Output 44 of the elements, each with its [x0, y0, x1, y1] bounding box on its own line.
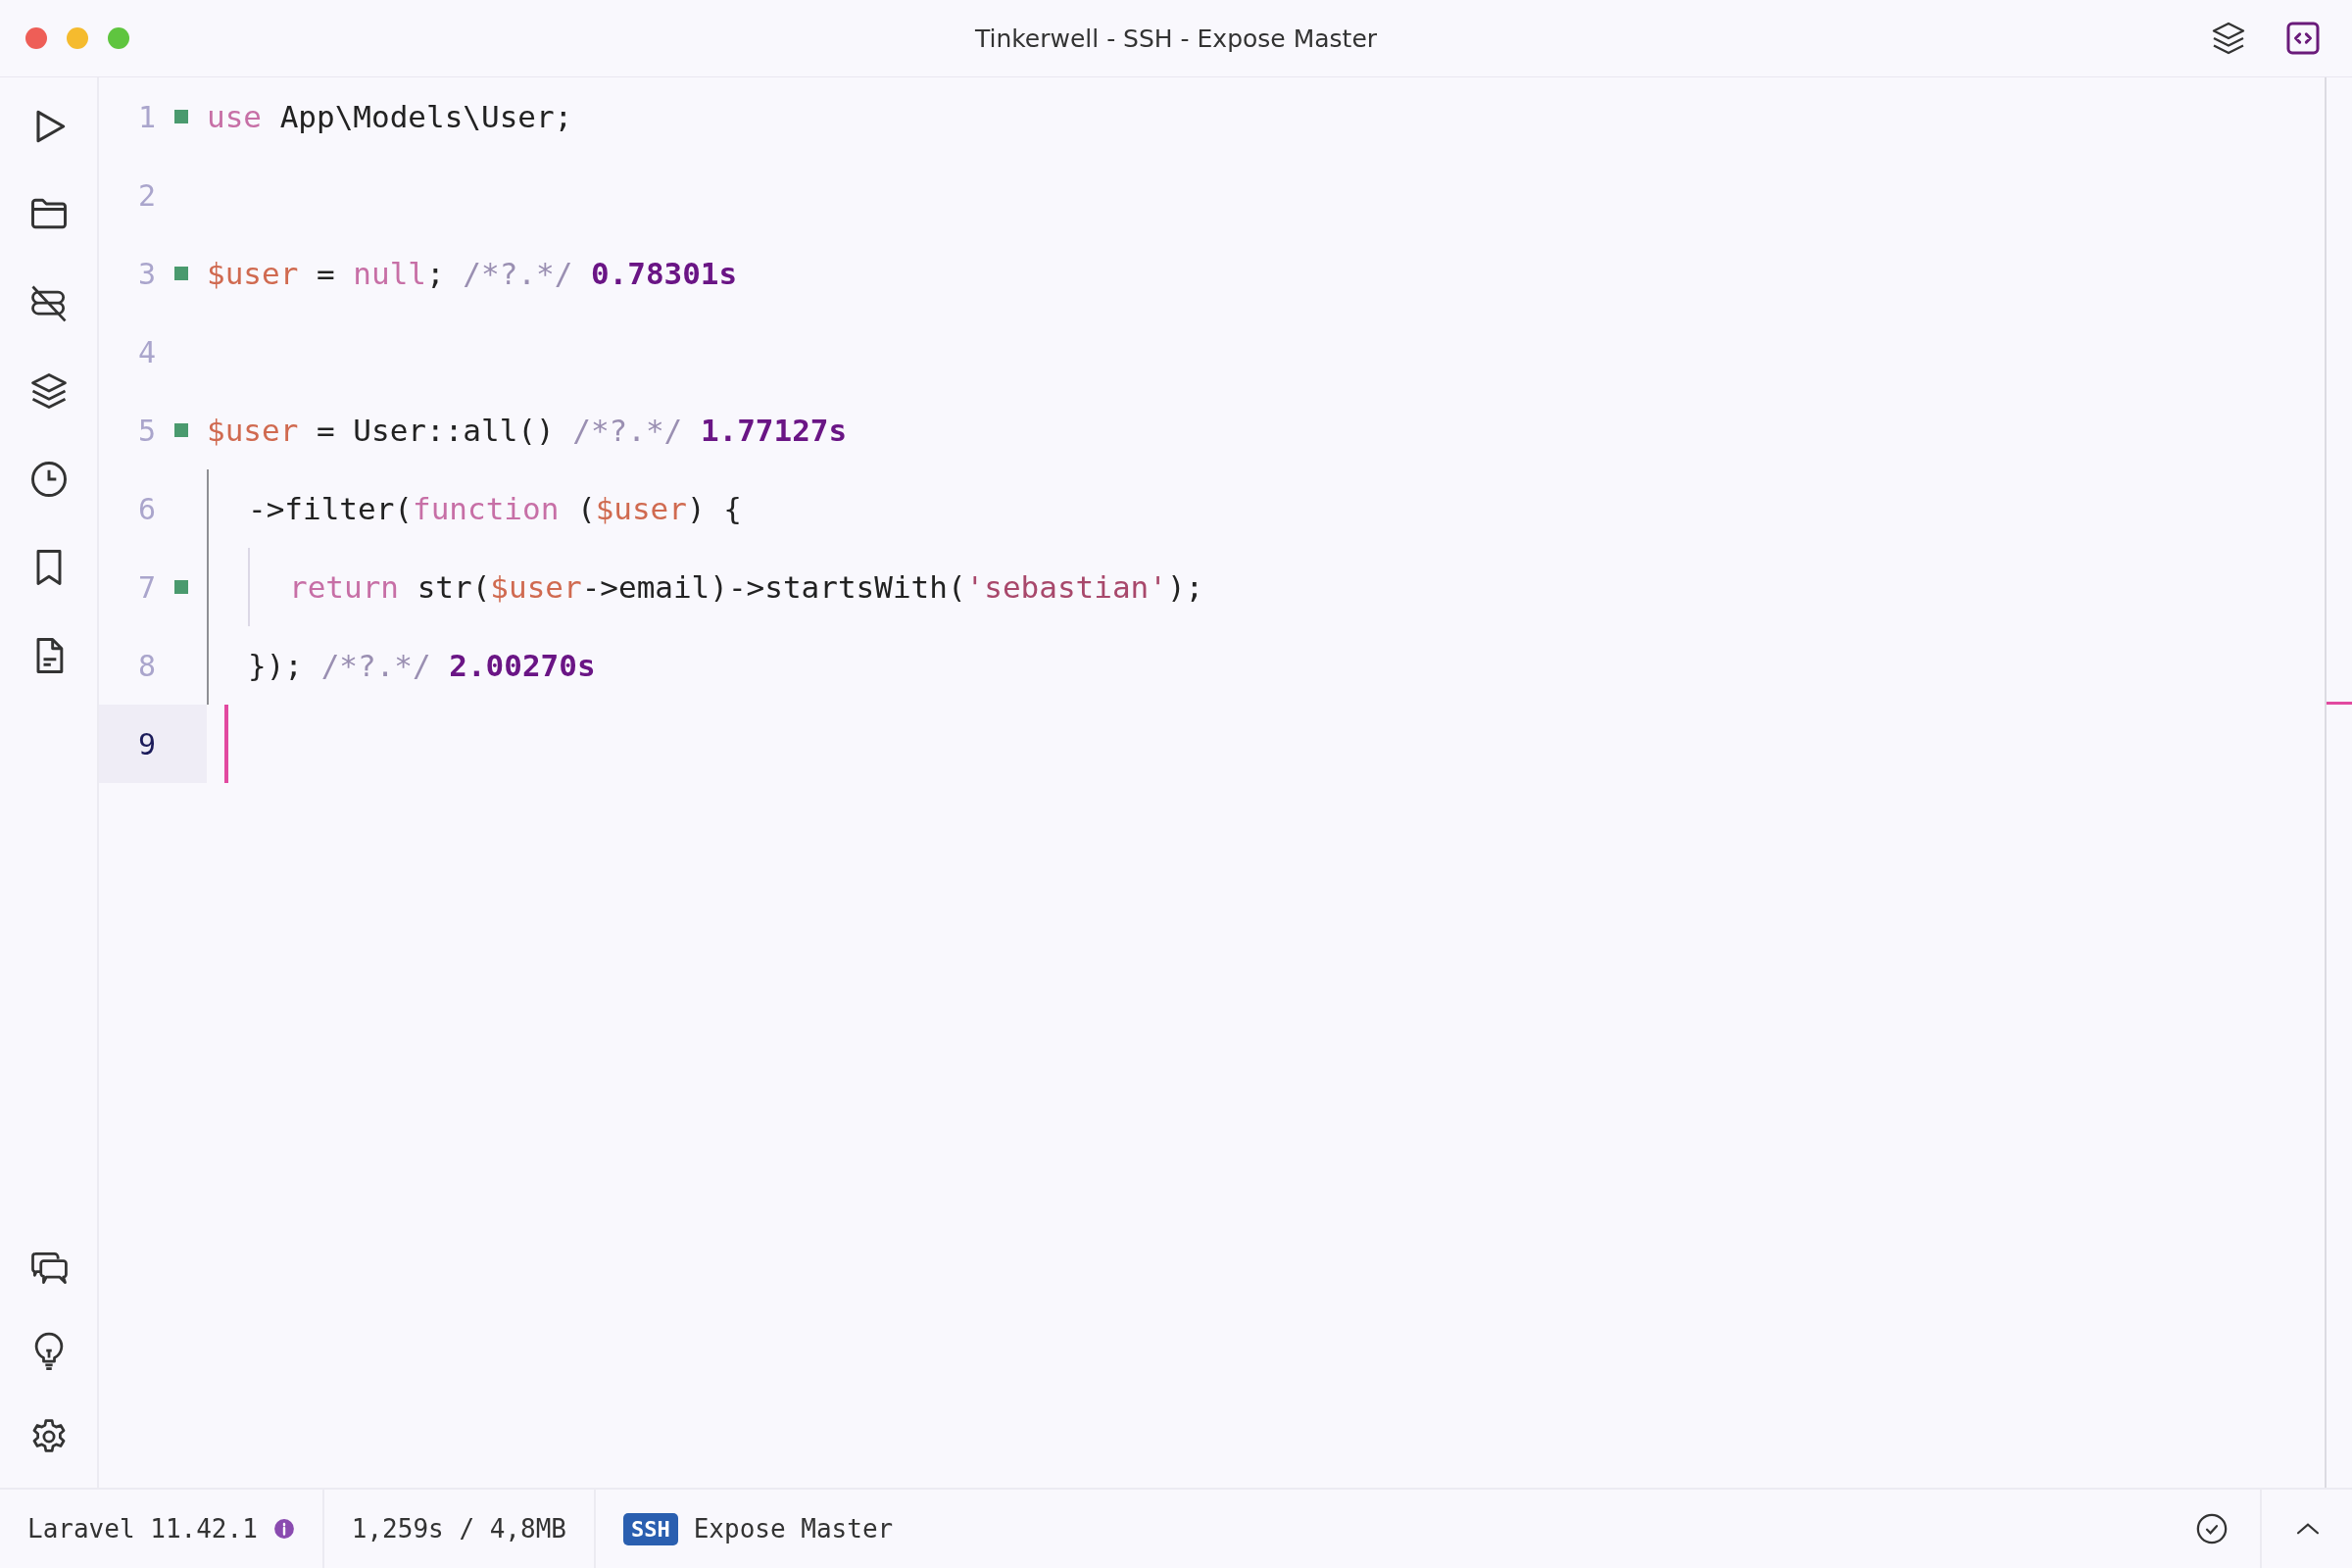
code-variable: $user: [595, 491, 687, 526]
connection-name[interactable]: Expose Master: [693, 1514, 894, 1544]
code-text: str(: [416, 569, 491, 605]
code-text: (: [575, 491, 596, 526]
code-text: ->filter(: [248, 491, 413, 526]
code-string: 'sebastian': [965, 569, 1167, 605]
code-comment: /*?.*/: [572, 413, 683, 448]
execution-time: 0.78301s: [590, 256, 738, 291]
check-circle-icon[interactable]: [2195, 1512, 2229, 1545]
code-variable: $user: [207, 256, 299, 291]
connection-badge: SSH: [622, 1512, 678, 1545]
line-number: 9: [136, 726, 156, 761]
code-comment: /*?.*/: [463, 256, 573, 291]
line-number: 7: [136, 569, 156, 605]
line-number: 6: [136, 491, 156, 526]
code-text: });: [248, 648, 304, 683]
code-text: ) {: [686, 491, 742, 526]
code-keyword: return: [289, 569, 399, 605]
code-text: =: [316, 256, 336, 291]
line-number: 3: [136, 256, 156, 291]
code-text: ;: [426, 256, 446, 291]
line-number: 1: [136, 99, 156, 134]
framework-version: Laravel 11.42.1: [27, 1514, 258, 1544]
code-text: = User::all(): [316, 413, 556, 448]
execution-stats: 1,259s / 4,8MB: [351, 1514, 566, 1544]
line-number: 8: [136, 648, 156, 683]
code-keyword: null: [353, 256, 426, 291]
info-icon[interactable]: [272, 1518, 295, 1540]
code-text: ->email)->startsWith(: [581, 569, 966, 605]
close-button[interactable]: [25, 27, 47, 49]
execution-time: 2.00270s: [449, 648, 596, 683]
line-number: 4: [136, 334, 156, 369]
code-text: );: [1166, 569, 1204, 605]
code-comment: /*?.*/: [320, 648, 431, 683]
code-variable: $user: [490, 569, 582, 605]
window-title: Tinkerwell - SSH - Expose Master: [974, 24, 1378, 53]
line-number: 2: [136, 177, 156, 213]
execution-time: 1.77127s: [700, 413, 848, 448]
code-variable: $user: [207, 413, 299, 448]
code-text: App\Models\User;: [278, 99, 573, 134]
code-keyword: use: [207, 99, 262, 134]
line-number: 5: [136, 413, 156, 448]
cursor-position-marker: [2327, 702, 2352, 705]
code-keyword: function: [413, 491, 560, 526]
